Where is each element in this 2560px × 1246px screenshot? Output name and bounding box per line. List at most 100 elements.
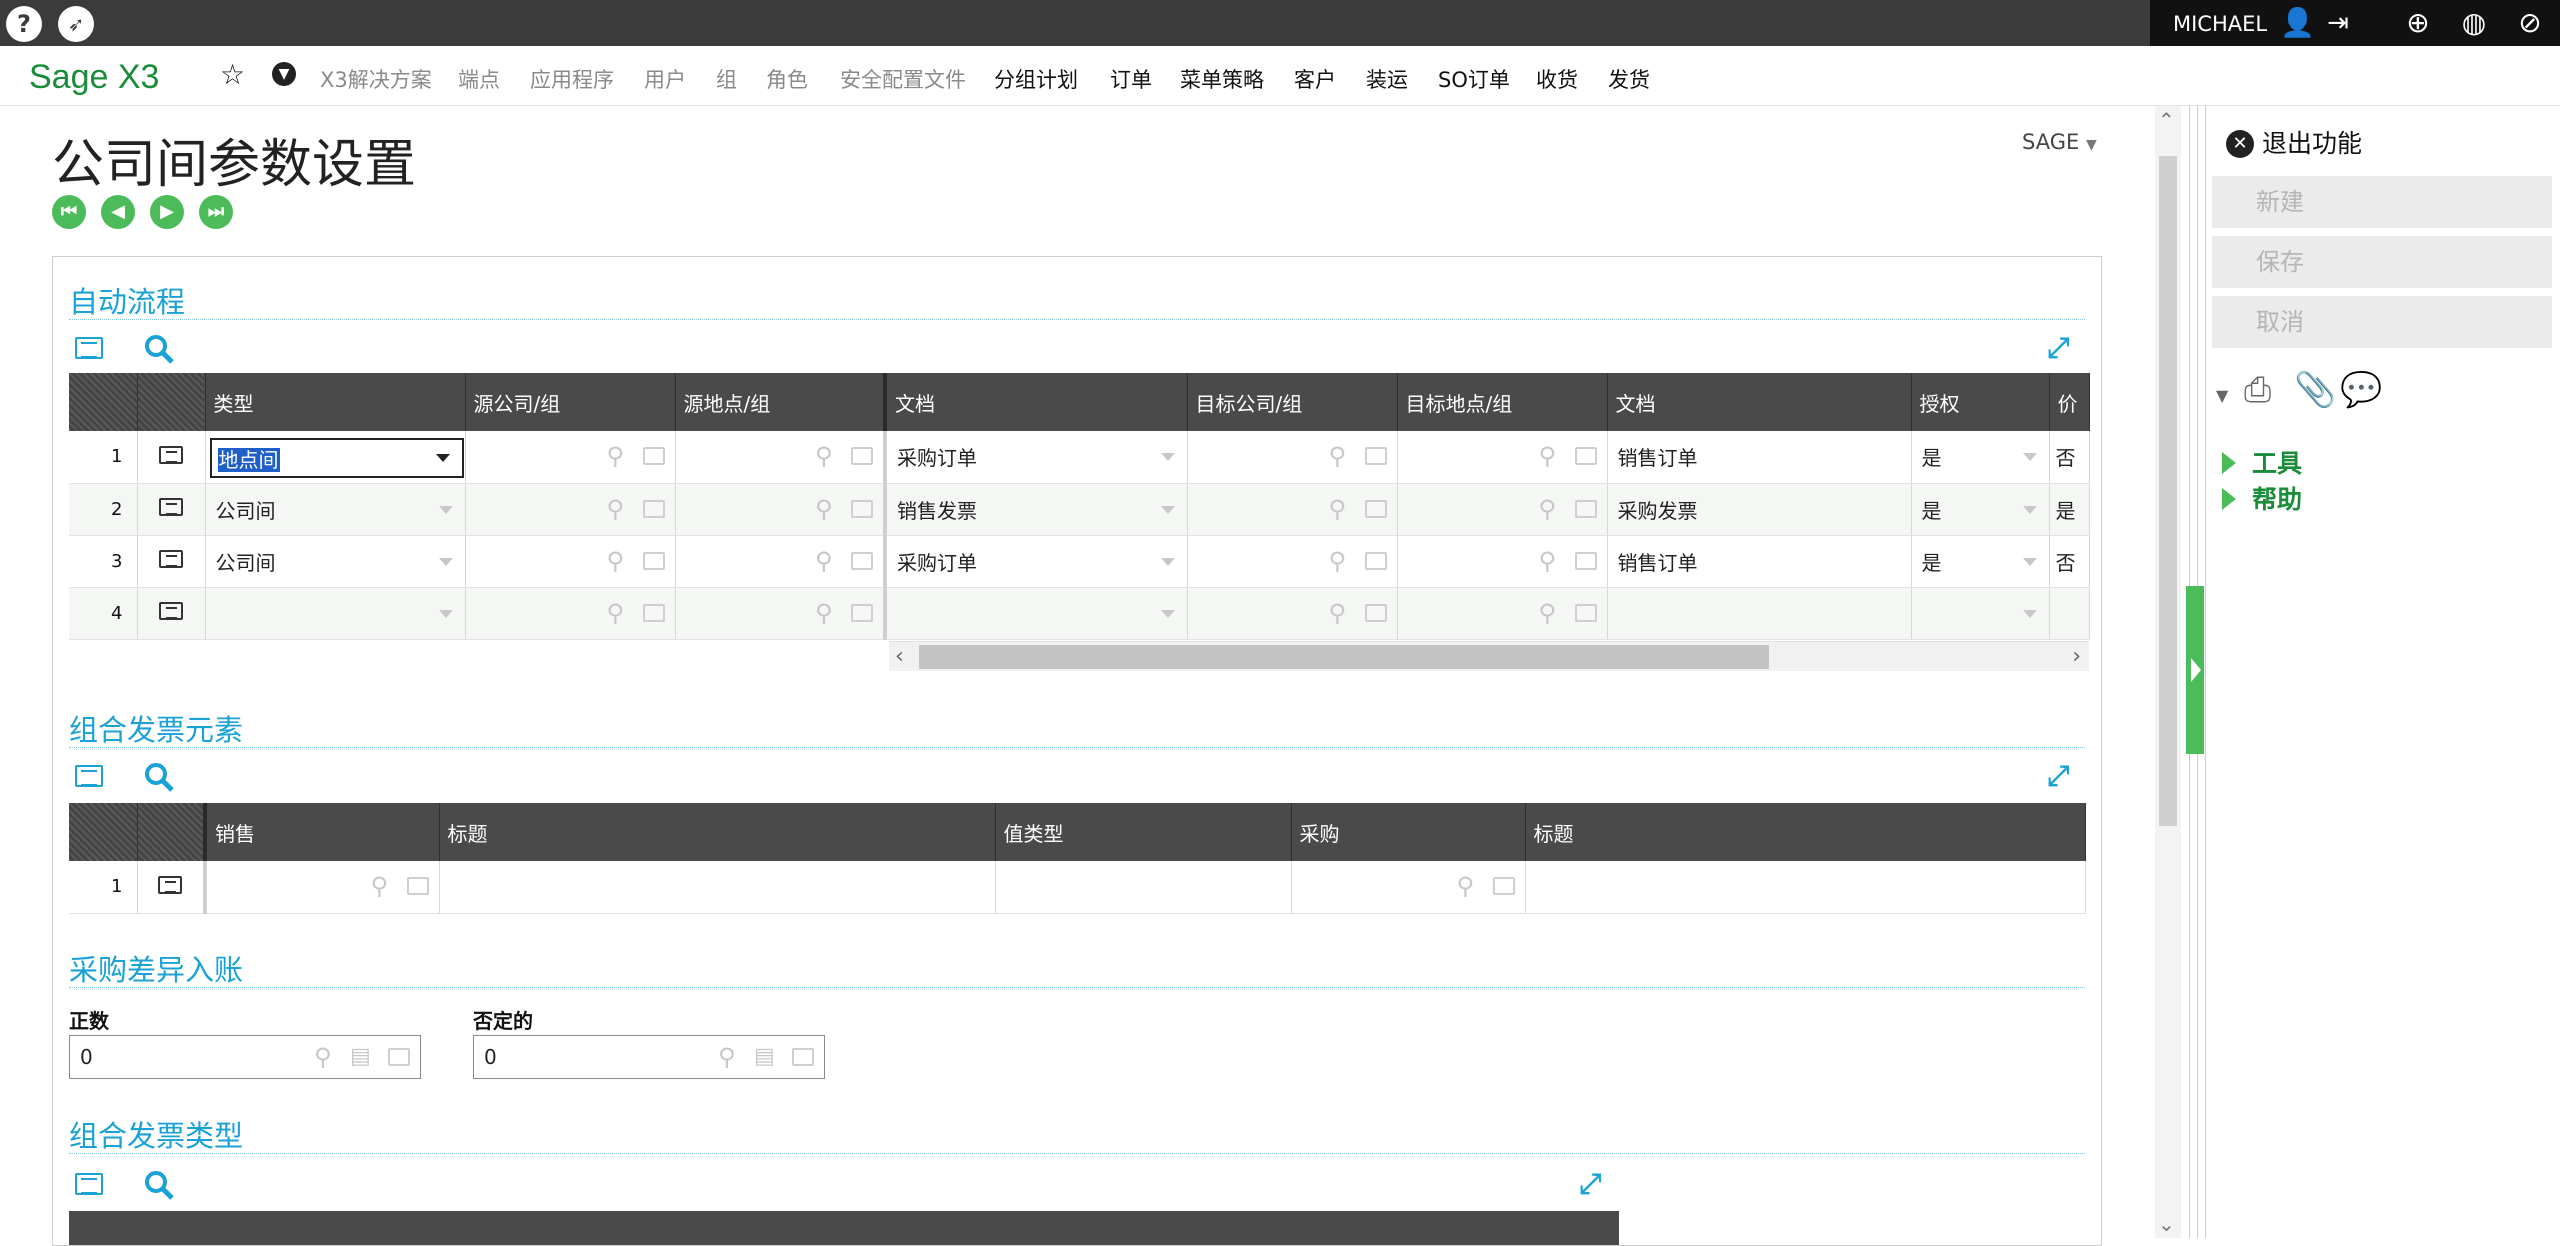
detail-icon[interactable] — [851, 551, 873, 570]
menu-item[interactable]: 应用程序 — [530, 64, 614, 94]
doc-cell[interactable]: 采购订单 — [885, 431, 1188, 484]
crosshair-icon[interactable]: ⊕ — [2402, 7, 2434, 39]
search-icon[interactable]: ⚲ — [607, 443, 633, 469]
source-site-cell[interactable]: ⚲ — [675, 431, 887, 484]
target-company-cell[interactable]: ⚲ — [1187, 483, 1398, 536]
search-icon[interactable]: ⚲ — [314, 1044, 340, 1070]
target-site-cell[interactable]: ⚲ — [1397, 535, 1608, 588]
price-cell[interactable]: 否 — [2049, 535, 2090, 588]
folder-selector[interactable]: SAGE ▼ — [2022, 130, 2097, 154]
column-header[interactable]: 文档 — [885, 373, 1188, 431]
row-detail-cell[interactable] — [137, 535, 206, 588]
search-icon[interactable]: ⚲ — [1329, 496, 1355, 522]
source-company-cell[interactable]: ⚲ — [465, 535, 676, 588]
table-view-icon[interactable] — [75, 765, 103, 787]
expand-icon[interactable]: ⤢ — [1579, 1169, 1609, 1199]
auth-cell[interactable] — [1911, 587, 2050, 640]
search-icon[interactable]: ⚲ — [1457, 873, 1483, 899]
account-icon[interactable]: ▤ — [754, 1044, 780, 1070]
search-icon[interactable]: ⚲ — [1539, 443, 1565, 469]
table-row[interactable]: 1 ⚲ ⚲ — [69, 861, 2086, 914]
close-icon[interactable]: ✕ — [2226, 130, 2254, 158]
title-cell[interactable] — [1525, 861, 2086, 914]
expand-tools-icon[interactable] — [2222, 452, 2236, 474]
search-icon[interactable]: ⚲ — [607, 548, 633, 574]
detail-icon[interactable] — [1364, 603, 1387, 622]
chevron-down-icon[interactable] — [2022, 609, 2037, 618]
column-header[interactable]: 源公司/组 — [465, 373, 676, 431]
menu-item[interactable]: X3解决方案 — [320, 64, 432, 94]
search-icon[interactable]: ⚲ — [718, 1044, 744, 1070]
type-cell[interactable] — [205, 587, 466, 640]
help-icon[interactable]: ? — [6, 6, 42, 42]
menu-item[interactable]: 发货 — [1608, 64, 1650, 94]
vertical-scrollbar[interactable]: ⌃ ⌄ — [2155, 106, 2181, 1238]
search-icon[interactable] — [143, 761, 175, 793]
search-icon[interactable]: ⚲ — [1539, 496, 1565, 522]
menu-item[interactable]: 客户 — [1294, 64, 1336, 94]
comment-icon[interactable]: 💬 — [2340, 370, 2382, 410]
scroll-up-icon[interactable]: ⌃ — [2158, 108, 2175, 132]
negative-field[interactable]: 0 ⚲ ▤ — [473, 1035, 825, 1079]
column-header[interactable]: 采购 — [1291, 803, 1526, 861]
next-record-icon[interactable]: ▶ — [150, 195, 184, 229]
target-site-cell[interactable]: ⚲ — [1397, 587, 1608, 640]
doc-cell[interactable] — [1607, 587, 1912, 640]
target-site-cell[interactable]: ⚲ — [1397, 431, 1608, 484]
chevron-down-icon[interactable] — [1160, 609, 1175, 618]
detail-icon[interactable] — [642, 499, 665, 518]
source-company-cell[interactable]: ⚲ — [465, 587, 676, 640]
detail-icon[interactable] — [1492, 877, 1515, 895]
help-link[interactable]: 帮助 — [2252, 480, 2302, 516]
menu-item[interactable]: SO订单 — [1438, 64, 1510, 94]
price-cell[interactable]: 是 — [2049, 483, 2090, 536]
detail-icon[interactable] — [1364, 447, 1387, 465]
menu-item[interactable]: 装运 — [1366, 64, 1408, 94]
first-record-icon[interactable]: ⏮ — [52, 195, 86, 229]
positive-field[interactable]: 0 ⚲ ▤ — [69, 1035, 421, 1079]
detail-icon[interactable] — [1574, 447, 1597, 465]
column-header[interactable]: 标题 — [1525, 803, 2086, 861]
rocket-icon[interactable]: ➶ — [58, 6, 94, 42]
chevron-down-icon[interactable] — [435, 453, 450, 462]
horizontal-scrollbar[interactable]: ‹ › — [889, 641, 2089, 671]
scrollbar-thumb[interactable] — [919, 645, 1769, 669]
expand-icon[interactable]: ⤢ — [2047, 761, 2077, 791]
type-select[interactable]: 地点间 — [209, 437, 464, 478]
detail-icon[interactable] — [851, 499, 873, 518]
menu-item[interactable]: 菜单策略 — [1180, 64, 1264, 94]
detail-icon[interactable] — [388, 1048, 410, 1066]
detail-icon[interactable] — [1574, 499, 1597, 518]
attachment-icon[interactable]: 📎 — [2294, 370, 2336, 410]
search-icon[interactable]: ⚲ — [607, 496, 633, 522]
column-header[interactable]: 目标地点/组 — [1397, 373, 1608, 431]
chevron-down-icon[interactable] — [1160, 505, 1175, 514]
search-icon[interactable]: ⚲ — [371, 873, 397, 899]
auth-cell[interactable]: 是 — [1911, 483, 2050, 536]
chevron-down-icon[interactable] — [2022, 557, 2037, 566]
row-detail-cell[interactable] — [137, 861, 206, 914]
sage-logo[interactable]: Sage X3 — [29, 58, 159, 97]
row-detail-icon[interactable] — [159, 550, 183, 568]
table-row[interactable]: 4 ⚲ ⚲ ⚲ ⚲ — [69, 587, 2090, 640]
detail-icon[interactable] — [851, 603, 873, 622]
exit-function-link[interactable]: 退出功能 — [2262, 124, 2362, 160]
value-type-cell[interactable] — [995, 861, 1292, 914]
tools-link[interactable]: 工具 — [2252, 444, 2302, 480]
star-icon[interactable]: ☆ — [220, 58, 245, 91]
column-header[interactable]: 值类型 — [995, 803, 1292, 861]
row-detail-cell[interactable] — [137, 431, 206, 484]
source-company-cell[interactable]: ⚲ — [465, 483, 676, 536]
column-header[interactable]: 销售 — [203, 803, 440, 861]
doc-cell[interactable]: 销售订单 — [1607, 535, 1912, 588]
table-row[interactable]: 1 地点间 ⚲ ⚲ 采购订单 ⚲ ⚲ 销售订单 是 否 — [69, 431, 2090, 484]
detail-icon[interactable] — [1574, 551, 1597, 570]
detail-icon[interactable] — [406, 877, 429, 895]
chevron-down-icon[interactable] — [1160, 453, 1175, 461]
row-detail-cell[interactable] — [137, 483, 206, 536]
detail-icon[interactable] — [851, 447, 873, 465]
purchase-cell[interactable]: ⚲ — [1291, 861, 1526, 914]
chevron-down-icon[interactable]: ▼ — [2216, 386, 2228, 405]
chevron-down-icon[interactable]: ▼ — [272, 62, 296, 86]
type-cell[interactable]: 公司间 — [205, 483, 466, 536]
